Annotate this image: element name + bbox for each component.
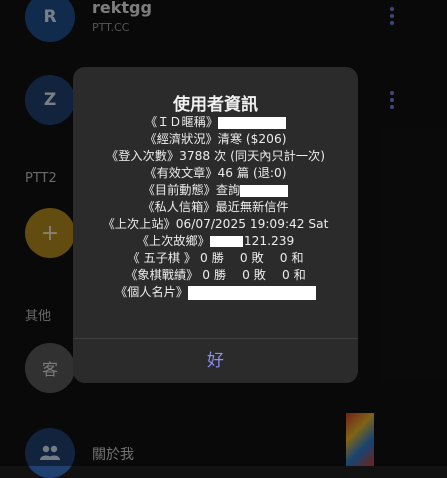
redaction-box	[240, 184, 289, 197]
ok-button[interactable]: 好	[73, 342, 358, 380]
info-card-label: 《個人名片》	[114, 285, 189, 299]
info-economy: 《經濟狀況》清寒 ($206)	[144, 132, 287, 146]
redaction-box	[188, 285, 317, 300]
info-last-host: 《上次故鄉》 121.239	[73, 233, 358, 250]
info-chess: 《象棋戰績》 0 勝 0 敗 0 和	[125, 268, 306, 282]
user-info-dialog: 使用者資訊 《ＩＤ暱稱》 《經濟狀況》清寒 ($206) 《登入次數》3788 …	[73, 67, 358, 383]
info-id-label: 《ＩＤ暱稱》	[144, 115, 219, 129]
info-activity-label: 《目前動態》查詢	[142, 183, 241, 197]
info-activity: 《目前動態》查詢	[73, 182, 358, 199]
redaction-box	[209, 236, 243, 247]
info-gomoku: 《 五子棋 》 0 勝 0 敗 0 和	[127, 251, 304, 265]
dialog-divider	[73, 338, 358, 339]
dialog-title: 使用者資訊	[173, 95, 258, 115]
info-last-login: 《上次上站》06/07/2025 19:09:42 Sat	[102, 217, 329, 231]
info-last-host-value: 121.239	[243, 234, 295, 248]
info-card: 《個人名片》	[73, 284, 358, 301]
info-posts: 《有效文章》46 篇 (退:0)	[144, 166, 287, 180]
info-mail: 《私人信箱》最近無新信件	[142, 200, 289, 214]
user-info-list: 《ＩＤ暱稱》 《經濟狀況》清寒 ($206) 《登入次數》3788 次 (同天內…	[73, 114, 358, 301]
info-logins: 《登入次數》3788 次 (同天內只計一次)	[106, 149, 325, 163]
info-id: 《ＩＤ暱稱》	[73, 114, 358, 131]
info-last-host-label: 《上次故鄉》	[136, 234, 210, 248]
redaction-box	[218, 116, 287, 129]
